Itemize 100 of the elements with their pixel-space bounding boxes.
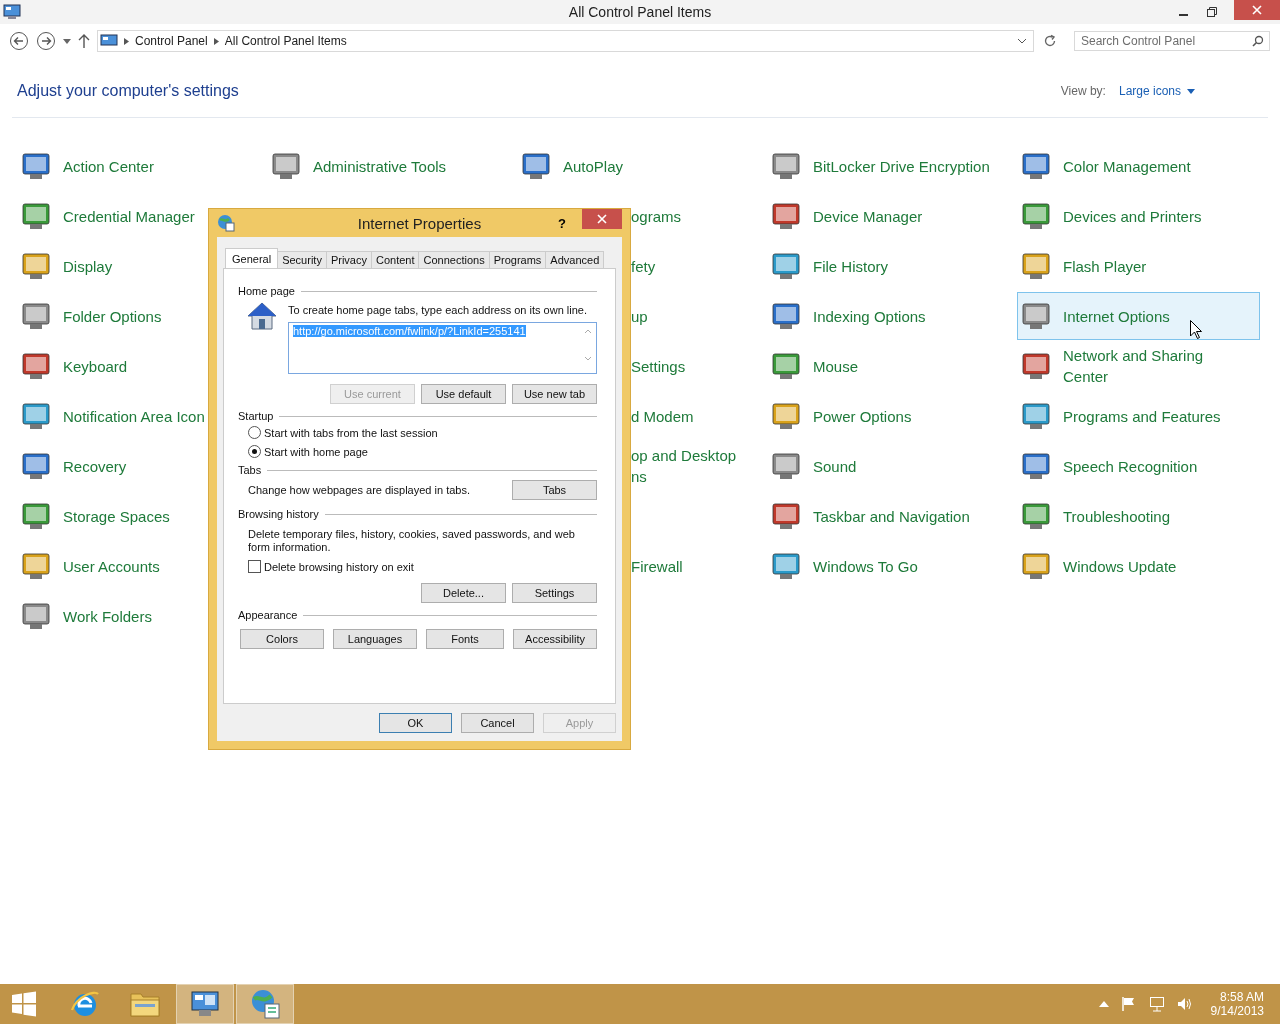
settings-applet-link[interactable]: d Modem bbox=[630, 392, 695, 440]
search-field[interactable]: Search Control Panel bbox=[1074, 31, 1270, 51]
tray-expand-icon[interactable] bbox=[1098, 1001, 1109, 1007]
section-heading: Startup bbox=[238, 410, 274, 422]
view-by-dropdown[interactable]: Large icons bbox=[1118, 84, 1195, 98]
dialog-button[interactable]: Settings bbox=[512, 583, 597, 603]
dialog-button[interactable]: Use default bbox=[421, 384, 506, 404]
section-heading: Browsing history bbox=[238, 508, 319, 520]
control-panel-taskbar-button[interactable] bbox=[176, 984, 234, 1024]
breadcrumb-item[interactable]: All Control Panel Items bbox=[224, 34, 347, 48]
settings-applet-link[interactable]: fety bbox=[630, 242, 657, 290]
dialog-button[interactable]: Delete... bbox=[421, 583, 506, 603]
settings-applet-link[interactable]: Network and Sharing Center bbox=[1017, 342, 1252, 390]
settings-applet-link[interactable]: BitLocker Drive Encryption bbox=[767, 142, 995, 190]
settings-applet-link[interactable]: Taskbar and Navigation bbox=[767, 492, 975, 540]
search-icon[interactable] bbox=[1252, 35, 1264, 47]
settings-applet-link[interactable]: ograms bbox=[630, 192, 683, 240]
monitor-icon bbox=[770, 250, 802, 282]
settings-applet-link[interactable]: Notification Area Icon bbox=[17, 392, 210, 440]
settings-applet-link[interactable]: Windows Update bbox=[1017, 542, 1182, 590]
settings-applet-link[interactable]: Storage Spaces bbox=[17, 492, 175, 540]
dialog-button[interactable]: Colors bbox=[240, 629, 324, 649]
forward-icon[interactable] bbox=[36, 31, 56, 51]
dialog-button[interactable]: Accessibility bbox=[513, 629, 597, 649]
settings-applet-link[interactable]: op and Desktop ns bbox=[630, 442, 744, 490]
restore-icon[interactable] bbox=[1206, 6, 1218, 18]
checkbox-label: Delete browsing history on exit bbox=[264, 560, 414, 573]
tabs-button[interactable]: Tabs bbox=[512, 480, 597, 500]
back-icon[interactable] bbox=[9, 31, 29, 51]
refresh-icon[interactable] bbox=[1043, 34, 1057, 48]
monitor-icon bbox=[1020, 250, 1052, 282]
up-arrow-icon[interactable] bbox=[78, 34, 90, 48]
chevron-down-icon[interactable] bbox=[1017, 38, 1027, 44]
instruction-text: To create home page tabs, type each address on its own line. bbox=[288, 304, 588, 316]
address-bar[interactable]: Control Panel All Control Panel Items bbox=[97, 30, 1034, 52]
settings-applet-link[interactable]: Folder Options bbox=[17, 292, 167, 340]
breadcrumb-item[interactable]: Control Panel bbox=[135, 34, 208, 48]
settings-applet-link[interactable]: Keyboard bbox=[17, 342, 133, 390]
dialog-button[interactable]: Cancel bbox=[461, 713, 534, 733]
dialog-button[interactable]: Fonts bbox=[426, 629, 504, 649]
settings-applet-link[interactable]: AutoPlay bbox=[517, 142, 629, 190]
dialog-tab[interactable]: Privacy bbox=[325, 251, 372, 268]
network-icon[interactable] bbox=[1148, 996, 1165, 1012]
settings-applet-link[interactable]: Indexing Options bbox=[767, 292, 931, 340]
monitor-icon bbox=[20, 350, 52, 382]
settings-applet-link[interactable]: Device Manager bbox=[767, 192, 928, 240]
monitor-icon bbox=[1020, 400, 1052, 432]
monitor-icon bbox=[770, 400, 802, 432]
dialog-tab[interactable]: Advanced bbox=[545, 251, 605, 268]
settings-applet-link[interactable]: Color Management bbox=[1017, 142, 1196, 190]
settings-applet-link[interactable]: Flash Player bbox=[1017, 242, 1152, 290]
settings-applet-link[interactable]: Credential Manager bbox=[17, 192, 200, 240]
dialog-tab[interactable]: Connections bbox=[418, 251, 490, 268]
settings-applet-link[interactable]: User Accounts bbox=[17, 542, 165, 590]
settings-applet-link[interactable]: Power Options bbox=[767, 392, 917, 440]
settings-applet-link[interactable]: Devices and Printers bbox=[1017, 192, 1207, 240]
settings-applet-link[interactable]: Recovery bbox=[17, 442, 132, 490]
globe-icon bbox=[217, 214, 235, 232]
dialog-tab[interactable]: Content bbox=[370, 251, 420, 268]
settings-applet-link[interactable]: Mouse bbox=[767, 342, 864, 390]
settings-applet-link[interactable]: File History bbox=[767, 242, 893, 290]
page-heading: Adjust your computer's settings bbox=[17, 82, 240, 100]
dialog-tab[interactable]: Security bbox=[277, 251, 327, 268]
settings-applet-link[interactable]: Display bbox=[17, 242, 118, 290]
settings-applet-link[interactable]: Administrative Tools bbox=[267, 142, 452, 190]
close-button[interactable] bbox=[582, 209, 622, 229]
dropdown-icon[interactable] bbox=[63, 38, 71, 44]
flag-icon[interactable] bbox=[1120, 996, 1137, 1012]
chevron-right-icon[interactable] bbox=[213, 37, 219, 45]
internet-options-taskbar-button[interactable] bbox=[236, 984, 294, 1024]
settings-applet-link[interactable]: Settings bbox=[630, 342, 687, 390]
settings-applet-link[interactable]: Firewall bbox=[630, 542, 684, 590]
speaker-icon[interactable] bbox=[1176, 996, 1193, 1012]
close-button[interactable] bbox=[1234, 0, 1280, 20]
radio-button[interactable] bbox=[248, 445, 261, 458]
home-page-address-field[interactable]: http://go.microsoft.com/fwlink/p/?LinkId=255141 bbox=[288, 322, 597, 374]
dialog-button[interactable]: Languages bbox=[333, 629, 417, 649]
help-button[interactable]: ? bbox=[558, 215, 566, 231]
house-icon bbox=[246, 301, 278, 331]
dialog-button[interactable]: OK bbox=[379, 713, 452, 733]
monitor-icon bbox=[1020, 300, 1052, 332]
window-title: All Control Panel Items bbox=[568, 4, 712, 20]
monitor-icon bbox=[770, 550, 802, 582]
section-heading: Home page bbox=[238, 285, 295, 297]
dialog-tab[interactable]: Programs bbox=[488, 251, 547, 268]
checkbox[interactable] bbox=[248, 560, 261, 573]
settings-applet-link[interactable]: up bbox=[630, 292, 649, 340]
radio-button[interactable] bbox=[248, 426, 261, 439]
section-heading: Appearance bbox=[238, 609, 298, 621]
settings-applet-link[interactable]: Speech Recognition bbox=[1017, 442, 1203, 490]
settings-applet-link[interactable]: Work Folders bbox=[17, 592, 157, 640]
settings-applet-link[interactable]: Troubleshooting bbox=[1017, 492, 1175, 540]
settings-applet-link[interactable]: Internet Options bbox=[1017, 292, 1260, 340]
settings-applet-link[interactable]: Windows To Go bbox=[767, 542, 923, 590]
dialog-tab[interactable]: General bbox=[225, 248, 279, 268]
settings-applet-link[interactable]: Action Center bbox=[17, 142, 159, 190]
dialog-button[interactable]: Use new tab bbox=[512, 384, 597, 404]
chevron-right-icon[interactable] bbox=[124, 37, 129, 45]
settings-applet-link[interactable]: Programs and Features bbox=[1017, 392, 1226, 440]
settings-applet-link[interactable]: Sound bbox=[767, 442, 862, 490]
